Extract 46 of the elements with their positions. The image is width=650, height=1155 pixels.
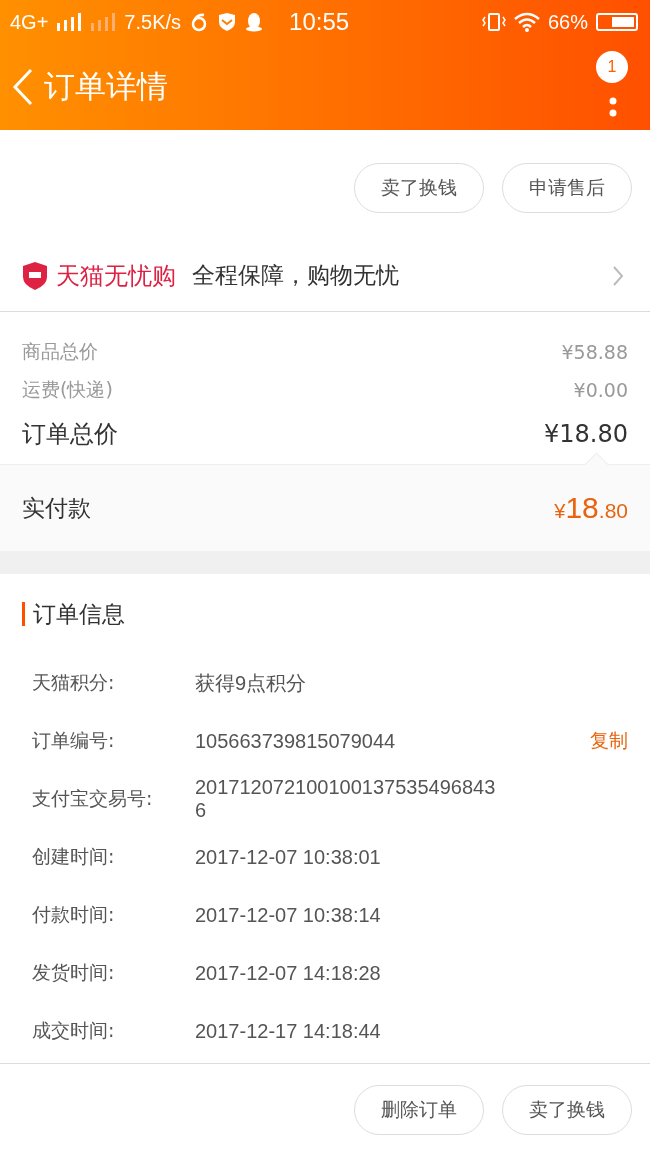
section-title: 订单信息 (33, 599, 125, 629)
notification-badge: 1 (596, 51, 628, 83)
info-label: 创建时间: (32, 844, 116, 869)
info-label: 成交时间: (32, 1018, 116, 1043)
action-button[interactable]: 卖了换钱 (354, 163, 484, 213)
info-label: 付款时间: (32, 902, 116, 927)
info-value: 2017-12-17 14:18:44 (195, 1019, 382, 1043)
price-label: 商品总价 (22, 339, 98, 364)
info-label: 订单编号: (32, 728, 116, 753)
vibrate-icon (481, 12, 506, 32)
accent-bar (22, 602, 25, 626)
action-button[interactable]: 卖了换钱 (502, 1084, 632, 1135)
info-label: 天猫积分: (32, 670, 116, 695)
info-value: 2017120721001001375354968436 (195, 776, 497, 822)
battery-icon (596, 12, 640, 32)
shield-icon (22, 261, 48, 290)
signal-icon (56, 13, 83, 31)
price-label: 订单总价 (22, 419, 118, 450)
action-button[interactable]: 申请售后 (502, 163, 632, 213)
back-icon[interactable] (12, 68, 34, 106)
clock-time: 10:55 (289, 8, 350, 36)
info-label: 支付宝交易号: (32, 786, 154, 811)
price-value: ¥18.80 (544, 420, 628, 448)
price-value: ¥0.00 (573, 379, 628, 401)
shield-icon (217, 12, 238, 32)
paid-amount: ¥18.80 (554, 491, 628, 525)
network-type: 4G+ (10, 10, 49, 34)
battery-percent: 66% (547, 10, 588, 34)
chevron-right-icon (612, 264, 624, 287)
guarantee-text: 全程保障，购物无忧 (192, 261, 399, 290)
info-label: 发货时间: (32, 960, 116, 985)
signal-icon (90, 13, 117, 31)
price-label: 运费(快递) (22, 377, 113, 402)
info-value: 2017-12-07 10:38:14 (195, 903, 382, 927)
paid-label: 实付款 (22, 493, 91, 523)
action-button[interactable]: 删除订单 (354, 1084, 484, 1135)
brand-name: 天猫无忧购 (56, 260, 176, 292)
info-value: 2017-12-07 10:38:01 (195, 845, 382, 869)
network-speed: 7.5K/s (124, 10, 182, 34)
wifi-icon (513, 12, 540, 32)
info-value: 105663739815079044 (195, 729, 397, 753)
info-value: 2017-12-07 14:18:28 (195, 961, 382, 985)
guarantee-row[interactable]: 天猫无忧购 全程保障，购物无忧 (0, 240, 650, 312)
page-title: 订单详情 (44, 67, 168, 106)
info-value: 获得9点积分 (195, 671, 308, 695)
price-value: ¥58.88 (561, 341, 628, 363)
